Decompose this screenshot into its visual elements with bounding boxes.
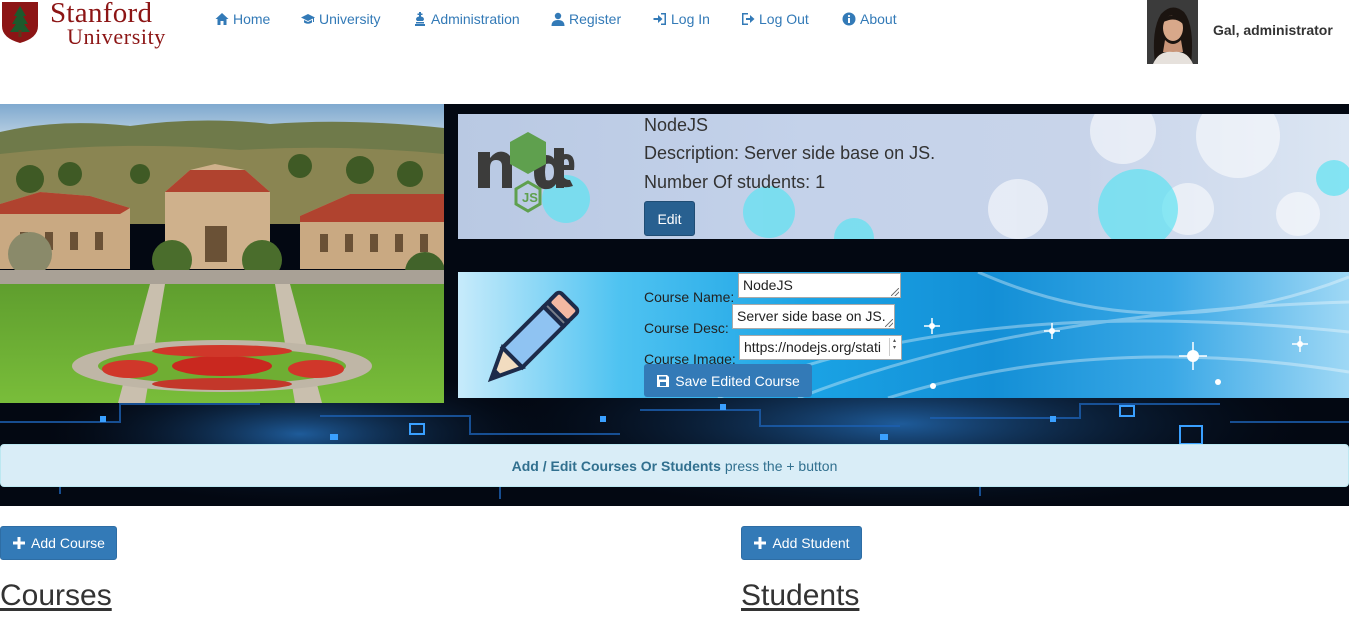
stanford-tree-seal-icon	[2, 2, 38, 43]
resize-grip-icon[interactable]	[885, 319, 893, 327]
pencil-icon	[487, 290, 580, 383]
log-in-icon	[653, 13, 666, 25]
course-description: Description: Server side base on JS.	[644, 143, 936, 163]
nav-home-label: Home	[233, 11, 271, 27]
add-course-label: Add Course	[31, 535, 105, 551]
edit-course-button[interactable]: Edit	[644, 201, 695, 236]
plus-icon	[754, 537, 767, 549]
nav-log-in[interactable]: Log In	[653, 10, 710, 28]
nav-log-out[interactable]: Log Out	[741, 10, 809, 28]
avatar[interactable]	[1147, 0, 1198, 64]
user-icon	[551, 12, 565, 26]
nodejs-logo-icon: JS	[478, 132, 575, 213]
nav-log-out-label: Log Out	[759, 11, 809, 27]
course-card: JS NodeJS Description: Server side base …	[458, 114, 1349, 239]
nav-about-label: About	[860, 11, 897, 27]
save-button-label: Save Edited Course	[675, 372, 800, 389]
course-name-value: NodeJS	[743, 277, 793, 293]
course-student-count: Number Of students: 1	[644, 172, 826, 192]
nav-log-in-label: Log In	[671, 11, 710, 27]
brand-name-line2: University	[67, 24, 166, 49]
sparkle-background	[717, 272, 1349, 398]
course-desc-value: Server side base on JS.	[737, 308, 886, 324]
save-icon	[657, 374, 670, 387]
course-name-label: Course Name:	[644, 289, 735, 305]
nav-register-label: Register	[569, 11, 622, 27]
home-icon	[215, 13, 229, 25]
course-image-input[interactable]: https://nodejs.org/stati ▴ ▾	[739, 335, 902, 360]
top-navbar: Stanford University Home University Admi…	[0, 0, 1349, 64]
svg-text:JS: JS	[522, 190, 538, 205]
user-display-name: Gal, administrator	[1213, 22, 1333, 38]
nav-home[interactable]: Home	[215, 10, 270, 28]
course-name: NodeJS	[644, 115, 709, 135]
add-course-button[interactable]: Add Course	[0, 526, 117, 560]
save-edited-course-button[interactable]: Save Edited Course	[644, 364, 812, 397]
course-name-input[interactable]: NodeJS	[738, 273, 901, 298]
graduation-cap-icon	[301, 14, 315, 24]
add-student-button[interactable]: Add Student	[741, 526, 862, 560]
nav-register[interactable]: Register	[551, 10, 621, 28]
courses-heading[interactable]: Courses	[0, 579, 112, 613]
course-desc-label: Course Desc:	[644, 320, 729, 336]
info-bar-bold: Add / Edit Courses Or Students	[511, 457, 721, 474]
edit-course-form: Course Name: NodeJS Course Desc: Server …	[458, 272, 1349, 398]
students-heading[interactable]: Students	[741, 579, 859, 613]
info-bar: Add / Edit Courses Or Students press the…	[0, 444, 1349, 487]
spinner-arrows-icon[interactable]: ▴ ▾	[889, 338, 899, 356]
course-image-value: https://nodejs.org/stati	[744, 339, 881, 355]
hero-section: JS NodeJS Description: Server side base …	[0, 104, 1349, 506]
nav-university[interactable]: University	[301, 10, 380, 28]
nav-about[interactable]: About	[842, 10, 897, 28]
campus-photo	[0, 104, 444, 403]
king-icon	[415, 12, 425, 26]
log-out-icon	[742, 13, 755, 25]
info-bar-text: press the + button	[724, 457, 838, 474]
nav-administration[interactable]: Administration	[413, 10, 520, 28]
bubbles-background	[542, 114, 1349, 239]
course-desc-input[interactable]: Server side base on JS.	[732, 304, 895, 329]
stanford-logo[interactable]: Stanford University	[0, 0, 205, 50]
user-photo	[1147, 0, 1198, 64]
add-student-label: Add Student	[772, 535, 850, 551]
nav-administration-label: Administration	[431, 11, 520, 27]
nav-university-label: University	[319, 11, 381, 27]
plus-icon	[13, 537, 26, 549]
resize-grip-icon[interactable]	[891, 288, 899, 296]
info-icon	[842, 12, 856, 26]
